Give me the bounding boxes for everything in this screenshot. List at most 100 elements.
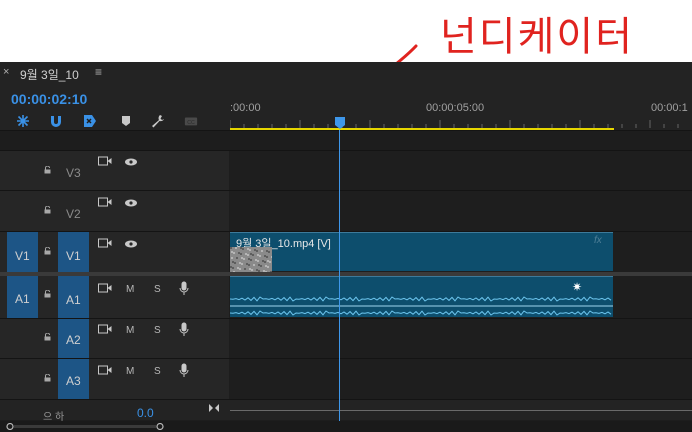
thumbnail-pixel	[261, 250, 263, 252]
solo-button[interactable]: S	[154, 284, 161, 295]
thumbnail-pixel	[268, 251, 270, 253]
thumbnail-pixel	[269, 261, 271, 263]
master-audio-line	[230, 410, 692, 411]
thumbnail-pixel	[248, 264, 250, 266]
mute-button[interactable]: M	[126, 366, 134, 377]
ruler-label: 00:00:1	[651, 102, 688, 114]
lock-icon[interactable]	[44, 166, 51, 174]
lock-icon[interactable]	[44, 247, 51, 255]
track-label-v3: V3	[66, 166, 81, 180]
playhead-handle[interactable]	[335, 117, 345, 129]
ruler-ticks	[230, 120, 679, 128]
master-volume-value[interactable]: 0.0	[137, 406, 154, 420]
track-lane-v2[interactable]	[230, 191, 692, 231]
thumbnail-pixel	[236, 257, 238, 259]
track-label-a2: A2	[66, 333, 81, 347]
audio-effect-icon: ✷	[572, 280, 583, 294]
thumbnail-pixel	[267, 260, 269, 262]
row-divider	[0, 231, 692, 232]
sync-lock-icon[interactable]	[98, 156, 112, 166]
thumbnail-pixel	[240, 247, 242, 249]
thumbnail-pixel	[253, 264, 255, 266]
microphone-icon[interactable]	[179, 281, 189, 296]
row-divider	[0, 150, 692, 151]
thumbnail-pixel	[264, 255, 266, 257]
lock-icon[interactable]	[44, 206, 51, 214]
row-divider	[0, 318, 692, 319]
solo-button[interactable]: S	[154, 366, 161, 377]
thumbnail-pixel	[247, 248, 249, 250]
track-lane-a2[interactable]	[230, 319, 692, 358]
thumbnail-pixel	[241, 257, 243, 259]
thumbnail-pixel	[237, 267, 239, 269]
track-lane-v3[interactable]	[230, 150, 692, 190]
thumbnail-pixel	[260, 265, 262, 267]
fx-badge: fx	[594, 235, 602, 246]
add-marker-icon[interactable]	[119, 114, 133, 128]
thumbnail-pixel	[267, 266, 269, 268]
thumbnail-pixel	[240, 253, 242, 255]
toggle-output-eye-icon[interactable]	[124, 198, 138, 208]
thumbnail-pixel	[239, 268, 241, 270]
sequence-tab-bar	[0, 62, 692, 84]
thumbnail-pixel	[257, 260, 259, 262]
lock-icon[interactable]	[44, 374, 51, 382]
row-divider	[0, 130, 692, 131]
track-label-v2: V2	[66, 207, 81, 221]
source-patch-label: A1	[15, 292, 30, 306]
thumbnail-pixel	[254, 249, 256, 251]
lock-icon[interactable]	[44, 333, 51, 341]
sync-lock-icon[interactable]	[98, 197, 112, 207]
thumbnail-pixel	[234, 262, 236, 264]
zoom-scroll-handle[interactable]	[6, 423, 164, 430]
clip-thumbnail	[230, 247, 272, 272]
linked-selection-icon[interactable]	[83, 114, 97, 128]
track-label-a1: A1	[66, 293, 81, 307]
thumbnail-pixel	[231, 251, 233, 253]
playhead-timecode[interactable]: 00:00:02:10	[11, 91, 87, 107]
sync-lock-icon[interactable]	[98, 365, 112, 375]
thumbnail-pixel	[239, 262, 241, 264]
mute-button[interactable]: M	[126, 325, 134, 336]
thumbnail-pixel	[242, 248, 244, 250]
mute-button[interactable]: M	[126, 284, 134, 295]
thumbnail-pixel	[271, 256, 272, 258]
thumbnail-pixel	[262, 260, 264, 262]
panel-menu-button[interactable]: ≡	[95, 65, 102, 79]
thumbnail-pixel	[247, 254, 249, 256]
thumbnail-pixel	[238, 252, 240, 254]
track-header-a2	[0, 319, 229, 358]
microphone-icon[interactable]	[179, 322, 189, 337]
playhead-line[interactable]	[339, 130, 340, 421]
row-divider	[0, 190, 692, 191]
toggle-output-eye-icon[interactable]	[124, 239, 138, 249]
captions-icon[interactable]: CC	[184, 114, 198, 128]
settings-wrench-icon[interactable]	[151, 114, 165, 128]
sync-lock-icon[interactable]	[98, 238, 112, 248]
ruler-label: :00:00	[230, 102, 261, 114]
thumbnail-pixel	[251, 269, 253, 271]
thumbnail-pixel	[230, 247, 232, 249]
snap-icon[interactable]	[49, 114, 63, 128]
thumbnail-pixel	[266, 256, 268, 258]
insert-overwrite-icon[interactable]	[16, 114, 30, 128]
solo-button[interactable]: S	[154, 325, 161, 336]
thumbnail-pixel	[256, 269, 258, 271]
thumbnail-pixel	[233, 252, 235, 254]
sync-lock-icon[interactable]	[98, 324, 112, 334]
thumbnail-pixel	[246, 263, 248, 265]
sync-lock-icon[interactable]	[98, 283, 112, 293]
close-tab-button[interactable]: ×	[3, 66, 9, 78]
thumbnail-pixel	[230, 266, 232, 268]
lock-icon[interactable]	[44, 290, 51, 298]
track-lane-a3[interactable]	[230, 359, 692, 399]
source-patch-label: V1	[15, 249, 30, 263]
track-label-a3: A3	[66, 374, 81, 388]
microphone-icon[interactable]	[179, 363, 189, 378]
thumbnail-pixel	[257, 254, 259, 256]
thumbnail-pixel	[258, 264, 260, 266]
sequence-tab[interactable]: 9월 3일_10	[20, 66, 79, 83]
go-to-in-out-icon[interactable]	[208, 403, 220, 413]
waveform-channel	[230, 296, 612, 302]
toggle-output-eye-icon[interactable]	[124, 157, 138, 167]
